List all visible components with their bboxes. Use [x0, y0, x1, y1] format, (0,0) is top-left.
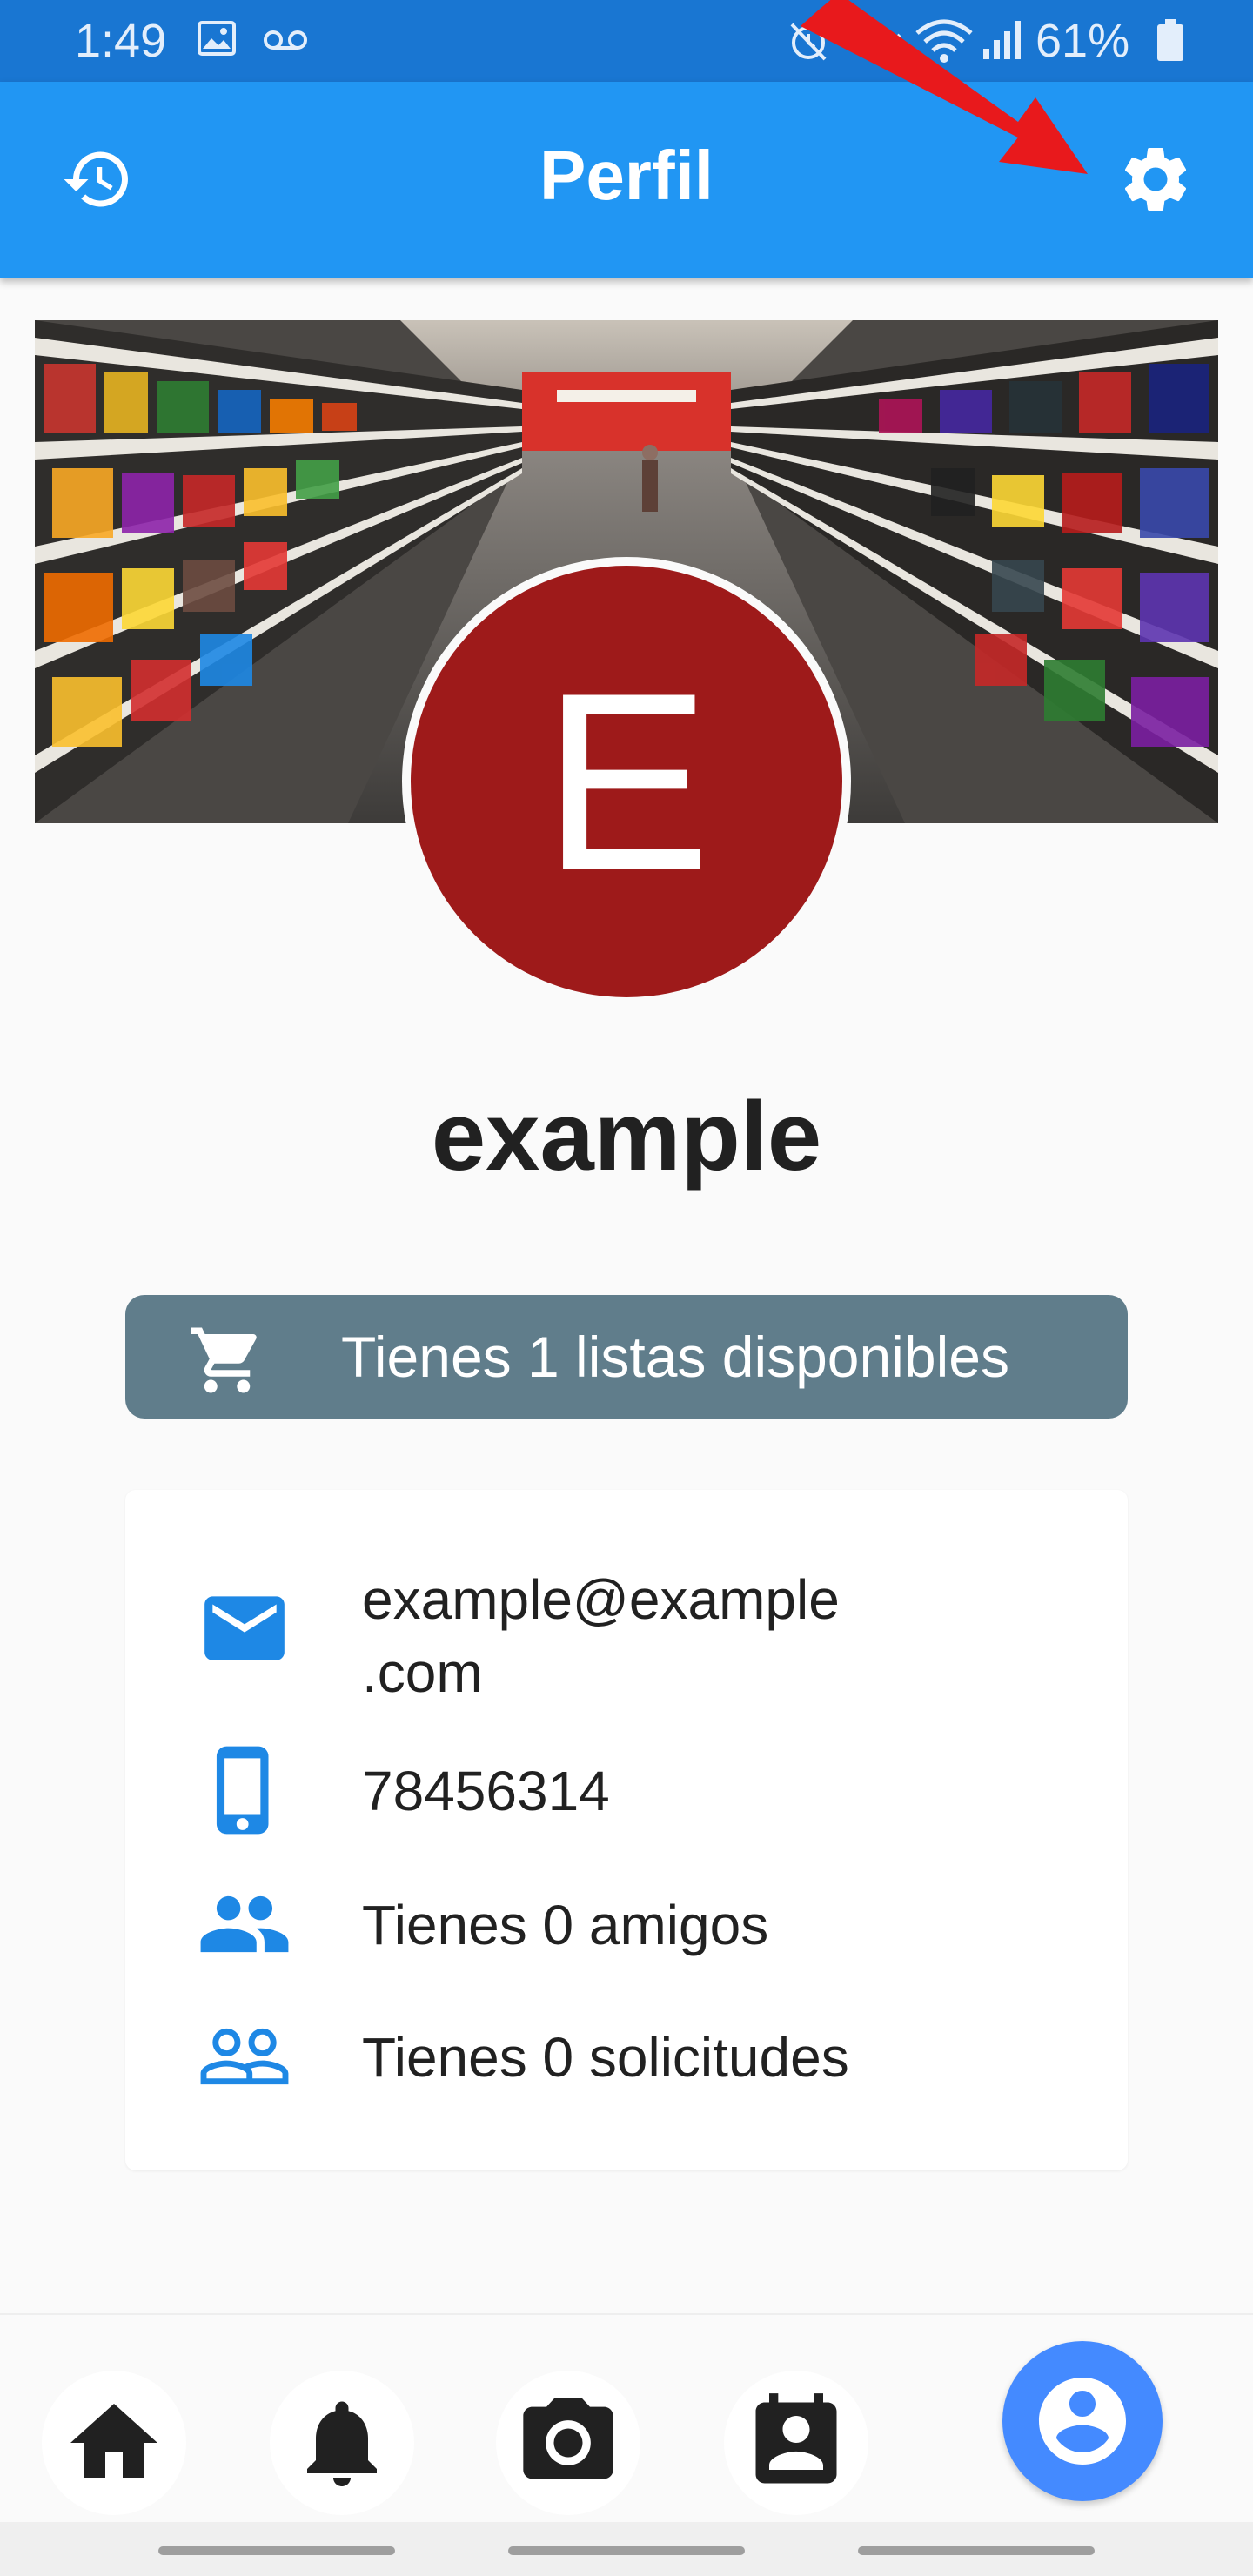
voicemail-icon	[264, 30, 307, 50]
friends-row: Tienes 0 amigos	[125, 1876, 1128, 1981]
available-lists-button[interactable]: Tienes 1 listas disponibles	[125, 1295, 1128, 1419]
signal-icon	[983, 21, 1021, 59]
nav-notifications-button[interactable]	[270, 2371, 414, 2515]
requests-row: Tienes 0 solicitudes	[125, 2009, 1128, 2113]
nav-contacts-button[interactable]	[724, 2371, 868, 2515]
system-navigation-bar	[0, 2522, 1253, 2576]
nav-profile-button[interactable]	[1002, 2341, 1163, 2501]
people-icon	[200, 1895, 289, 1953]
home-handle[interactable]	[508, 2546, 745, 2555]
avatar: E	[402, 557, 851, 1006]
user-name: example	[431, 1082, 822, 1191]
mute-icon	[868, 26, 901, 54]
lists-label: Tienes 1 listas disponibles	[341, 1325, 1009, 1389]
requests-count: Tienes 0 solicitudes	[362, 2026, 849, 2089]
recent-apps-handle[interactable]	[158, 2546, 395, 2555]
bell-icon	[307, 2401, 377, 2486]
people-outline-icon	[200, 2028, 289, 2085]
cart-icon	[191, 1327, 257, 1393]
alarm-icon	[790, 23, 827, 61]
phone-icon	[216, 1746, 269, 1835]
profile-icon	[1039, 2378, 1126, 2465]
email-icon	[204, 1596, 285, 1660]
home-icon	[70, 2404, 157, 2478]
camera-icon	[523, 2398, 613, 2479]
settings-button[interactable]	[1107, 131, 1204, 228]
page-title: Perfil	[539, 137, 714, 214]
wifi-icon	[915, 19, 973, 63]
contact-info-card: example@example .com 78456314 Tienes 0 a…	[125, 1490, 1128, 2170]
phone-row: 78456314	[125, 1742, 1128, 1847]
back-handle[interactable]	[858, 2546, 1095, 2555]
email-value: example@example .com	[362, 1568, 840, 1704]
nav-camera-button[interactable]	[496, 2371, 640, 2515]
friends-count: Tienes 0 amigos	[362, 1894, 769, 1956]
settings-gear-icon	[1124, 147, 1187, 211]
app-bar: Perfil	[0, 82, 1253, 278]
status-time: 1:49	[75, 15, 167, 67]
battery-icon	[1157, 19, 1183, 61]
email-row: example@example .com	[125, 1563, 1128, 1711]
battery-percent: 61%	[1035, 15, 1130, 67]
phone-value: 78456314	[362, 1760, 610, 1822]
status-bar: 1:49 61%	[0, 0, 1253, 82]
nav-home-button[interactable]	[42, 2371, 186, 2515]
bottom-navigation	[0, 2313, 1253, 2522]
contacts-icon	[755, 2393, 837, 2484]
gallery-icon	[198, 21, 236, 56]
avatar-initial: E	[411, 566, 842, 997]
